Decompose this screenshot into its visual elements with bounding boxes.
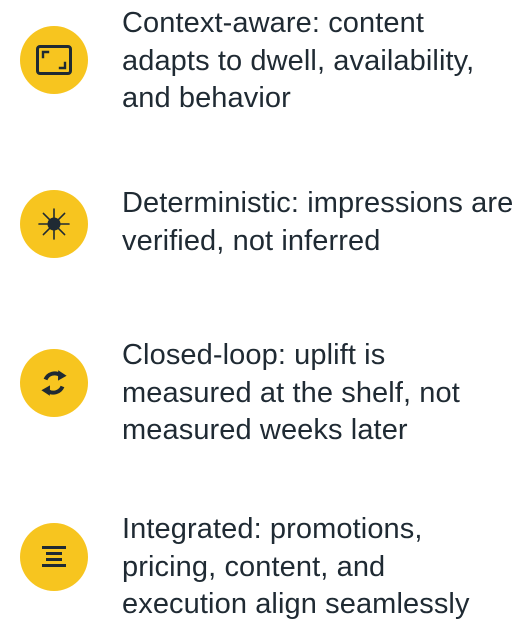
feature-text: Context-aware: content adapts to dwell, … <box>122 7 475 114</box>
align-center-icon <box>20 523 88 591</box>
frame-corners-icon <box>20 26 88 94</box>
refresh-loop-icon <box>20 349 88 417</box>
feature-text: Deterministic: impressions are verified,… <box>122 187 514 257</box>
feature-text: Closed-loop: uplift is measured at the s… <box>122 339 460 446</box>
feature-text: Integrated: promotions, pricing, content… <box>122 513 470 620</box>
feature-list: Context-aware: content adapts to dwell, … <box>0 0 524 627</box>
starburst-icon <box>20 190 88 258</box>
